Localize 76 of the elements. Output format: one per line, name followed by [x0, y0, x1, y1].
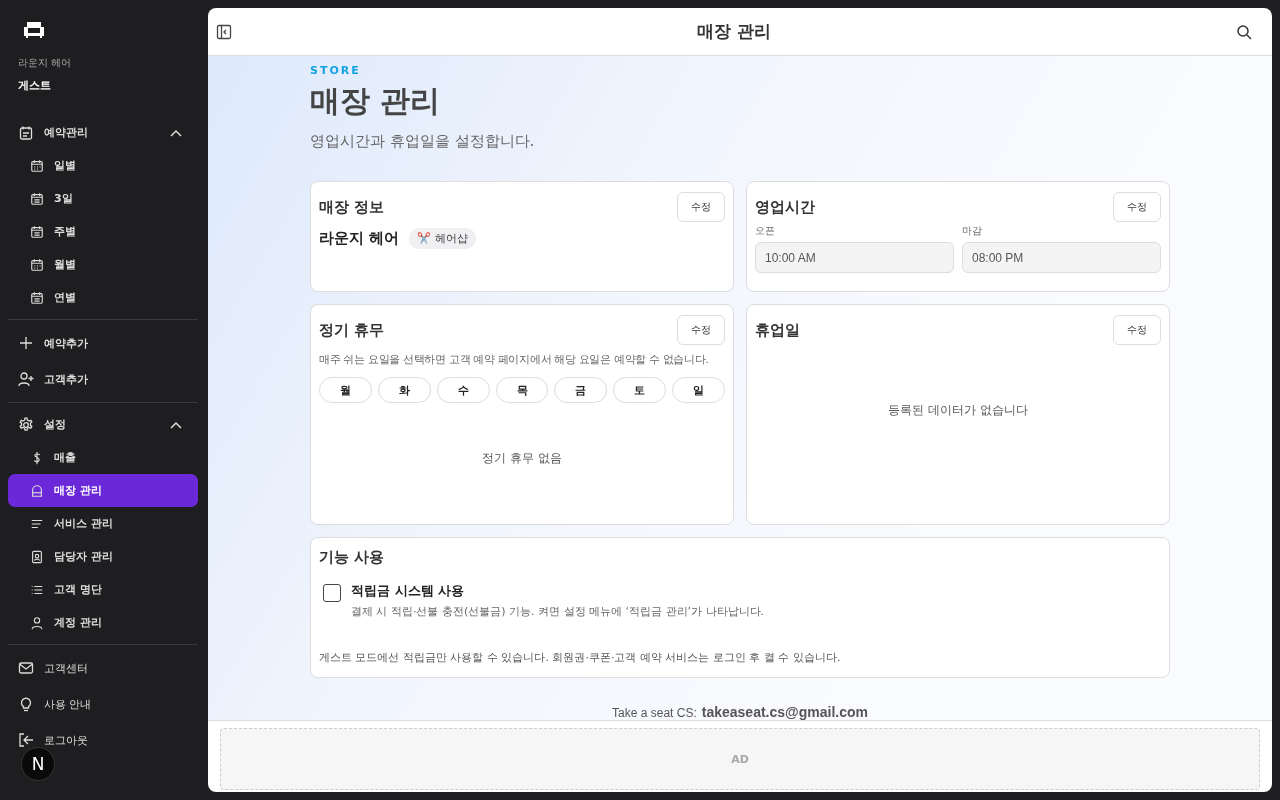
- nav-group[interactable]: 예약관리: [8, 116, 198, 149]
- time-field[interactable]: 10:00 AM: [755, 242, 954, 273]
- card-title: 휴업일: [755, 320, 800, 340]
- avatar-badge[interactable]: N: [21, 747, 55, 781]
- edit-button[interactable]: 수정: [1113, 315, 1161, 345]
- nav-item[interactable]: 3일: [8, 182, 198, 215]
- weekday-toggle[interactable]: 수: [436, 377, 490, 403]
- header-title: 매장 관리: [697, 20, 771, 43]
- nav-item[interactable]: 연별: [8, 281, 198, 314]
- nav-item[interactable]: 고객 명단: [8, 573, 198, 606]
- support-label: Take a seat CS:: [612, 706, 697, 720]
- card-title: 영업시간: [755, 197, 815, 217]
- add-user-icon: [18, 371, 34, 387]
- calendar-icon: [30, 257, 44, 272]
- empty-message: 등록된 데이터가 없습니다: [888, 402, 1028, 419]
- calendar-icon: [30, 290, 44, 305]
- weekday-toggle[interactable]: 금: [554, 377, 608, 403]
- weekday-toggle[interactable]: 화: [377, 377, 431, 403]
- nav-item[interactable]: 주별: [8, 215, 198, 248]
- checkbox[interactable]: [323, 584, 341, 602]
- calendar-icon: [30, 191, 44, 206]
- nav-item[interactable]: 매장 관리: [8, 474, 198, 507]
- store-name: 라운지 헤어: [319, 229, 400, 248]
- edit-button[interactable]: 수정: [1113, 192, 1161, 222]
- page-subtitle: 영업시간과 휴업일을 설정합니다.: [310, 132, 536, 151]
- eyebrow-label: STORE: [310, 64, 362, 77]
- field-label: 오픈: [755, 224, 776, 238]
- nav-link[interactable]: 예약추가: [8, 325, 198, 361]
- nav-item[interactable]: 서비스 관리: [8, 507, 198, 540]
- nav-item[interactable]: 매출: [8, 441, 198, 474]
- empty-message: 정기 휴무 없음: [482, 450, 562, 467]
- id-badge-icon: [30, 549, 44, 564]
- calendar-icon: [18, 124, 34, 141]
- page-title: 매장 관리: [310, 82, 442, 120]
- user-name: 게스트: [18, 78, 52, 93]
- support-email: takeaseat.cs@gmail.com: [701, 704, 868, 720]
- option-label: 적립금 시스템 사용: [351, 582, 466, 600]
- weekday-toggle[interactable]: 토: [613, 377, 667, 403]
- option-description: 결제 시 적립·선불 충전(선불금) 기능. 켜면 설정 메뉴에 ‘적립금 관리’가 나타납니다.: [351, 604, 765, 619]
- settings-icon: [18, 416, 34, 433]
- sidebar-toggle-icon[interactable]: [216, 23, 232, 40]
- edit-button[interactable]: 수정: [677, 192, 725, 222]
- lightbulb-icon: [18, 696, 34, 712]
- card-title: 기능 사용: [319, 548, 386, 567]
- user-icon: [30, 615, 44, 630]
- chevron-icon: [170, 420, 182, 429]
- nav-item[interactable]: 계정 관리: [8, 606, 198, 639]
- calendar-icon: [30, 224, 44, 239]
- category-tag: ✂ 헤어샵: [409, 228, 476, 249]
- ad-label: AD: [731, 752, 749, 766]
- nav-link[interactable]: 고객센터: [8, 650, 198, 686]
- mail-icon: [18, 660, 34, 676]
- card-title: 정기 휴무: [319, 320, 385, 340]
- plus-icon: [18, 335, 34, 351]
- nav-link[interactable]: 사용 안내: [8, 686, 198, 722]
- field-label: 마감: [962, 224, 983, 238]
- time-field[interactable]: 08:00 PM: [962, 242, 1161, 273]
- nav-item[interactable]: 월별: [8, 248, 198, 281]
- logout-icon: [18, 732, 34, 748]
- sofa-icon: [22, 20, 46, 40]
- guest-note: 게스트 모드에선 적립금만 사용할 수 있습니다. 회원권·쿠폰·고객 예약 서비스는 로그인 후 켤 수 있습니다.: [319, 650, 842, 665]
- nav-item[interactable]: 담당자 관리: [8, 540, 198, 573]
- weekday-toggle[interactable]: 목: [495, 377, 549, 403]
- calendar-icon: [30, 158, 44, 173]
- card-description: 매주 쉬는 요일을 선택하면 고객 예약 페이지에서 해당 요일은 예약할 수 없습니다.: [319, 353, 710, 367]
- chevron-icon: [170, 128, 182, 137]
- weekday-toggle[interactable]: 일: [672, 377, 725, 403]
- nav-item[interactable]: 일별: [8, 149, 198, 182]
- store-icon: [30, 483, 44, 498]
- nav-link[interactable]: 고객추가: [8, 361, 198, 397]
- weekday-toggle[interactable]: 월: [319, 377, 372, 403]
- search-icon[interactable]: [1236, 23, 1252, 40]
- edit-button[interactable]: 수정: [677, 315, 725, 345]
- card-title: 매장 정보: [319, 197, 385, 217]
- nav-group[interactable]: 설정: [8, 408, 198, 441]
- store-name: 라운지 헤어: [18, 56, 73, 70]
